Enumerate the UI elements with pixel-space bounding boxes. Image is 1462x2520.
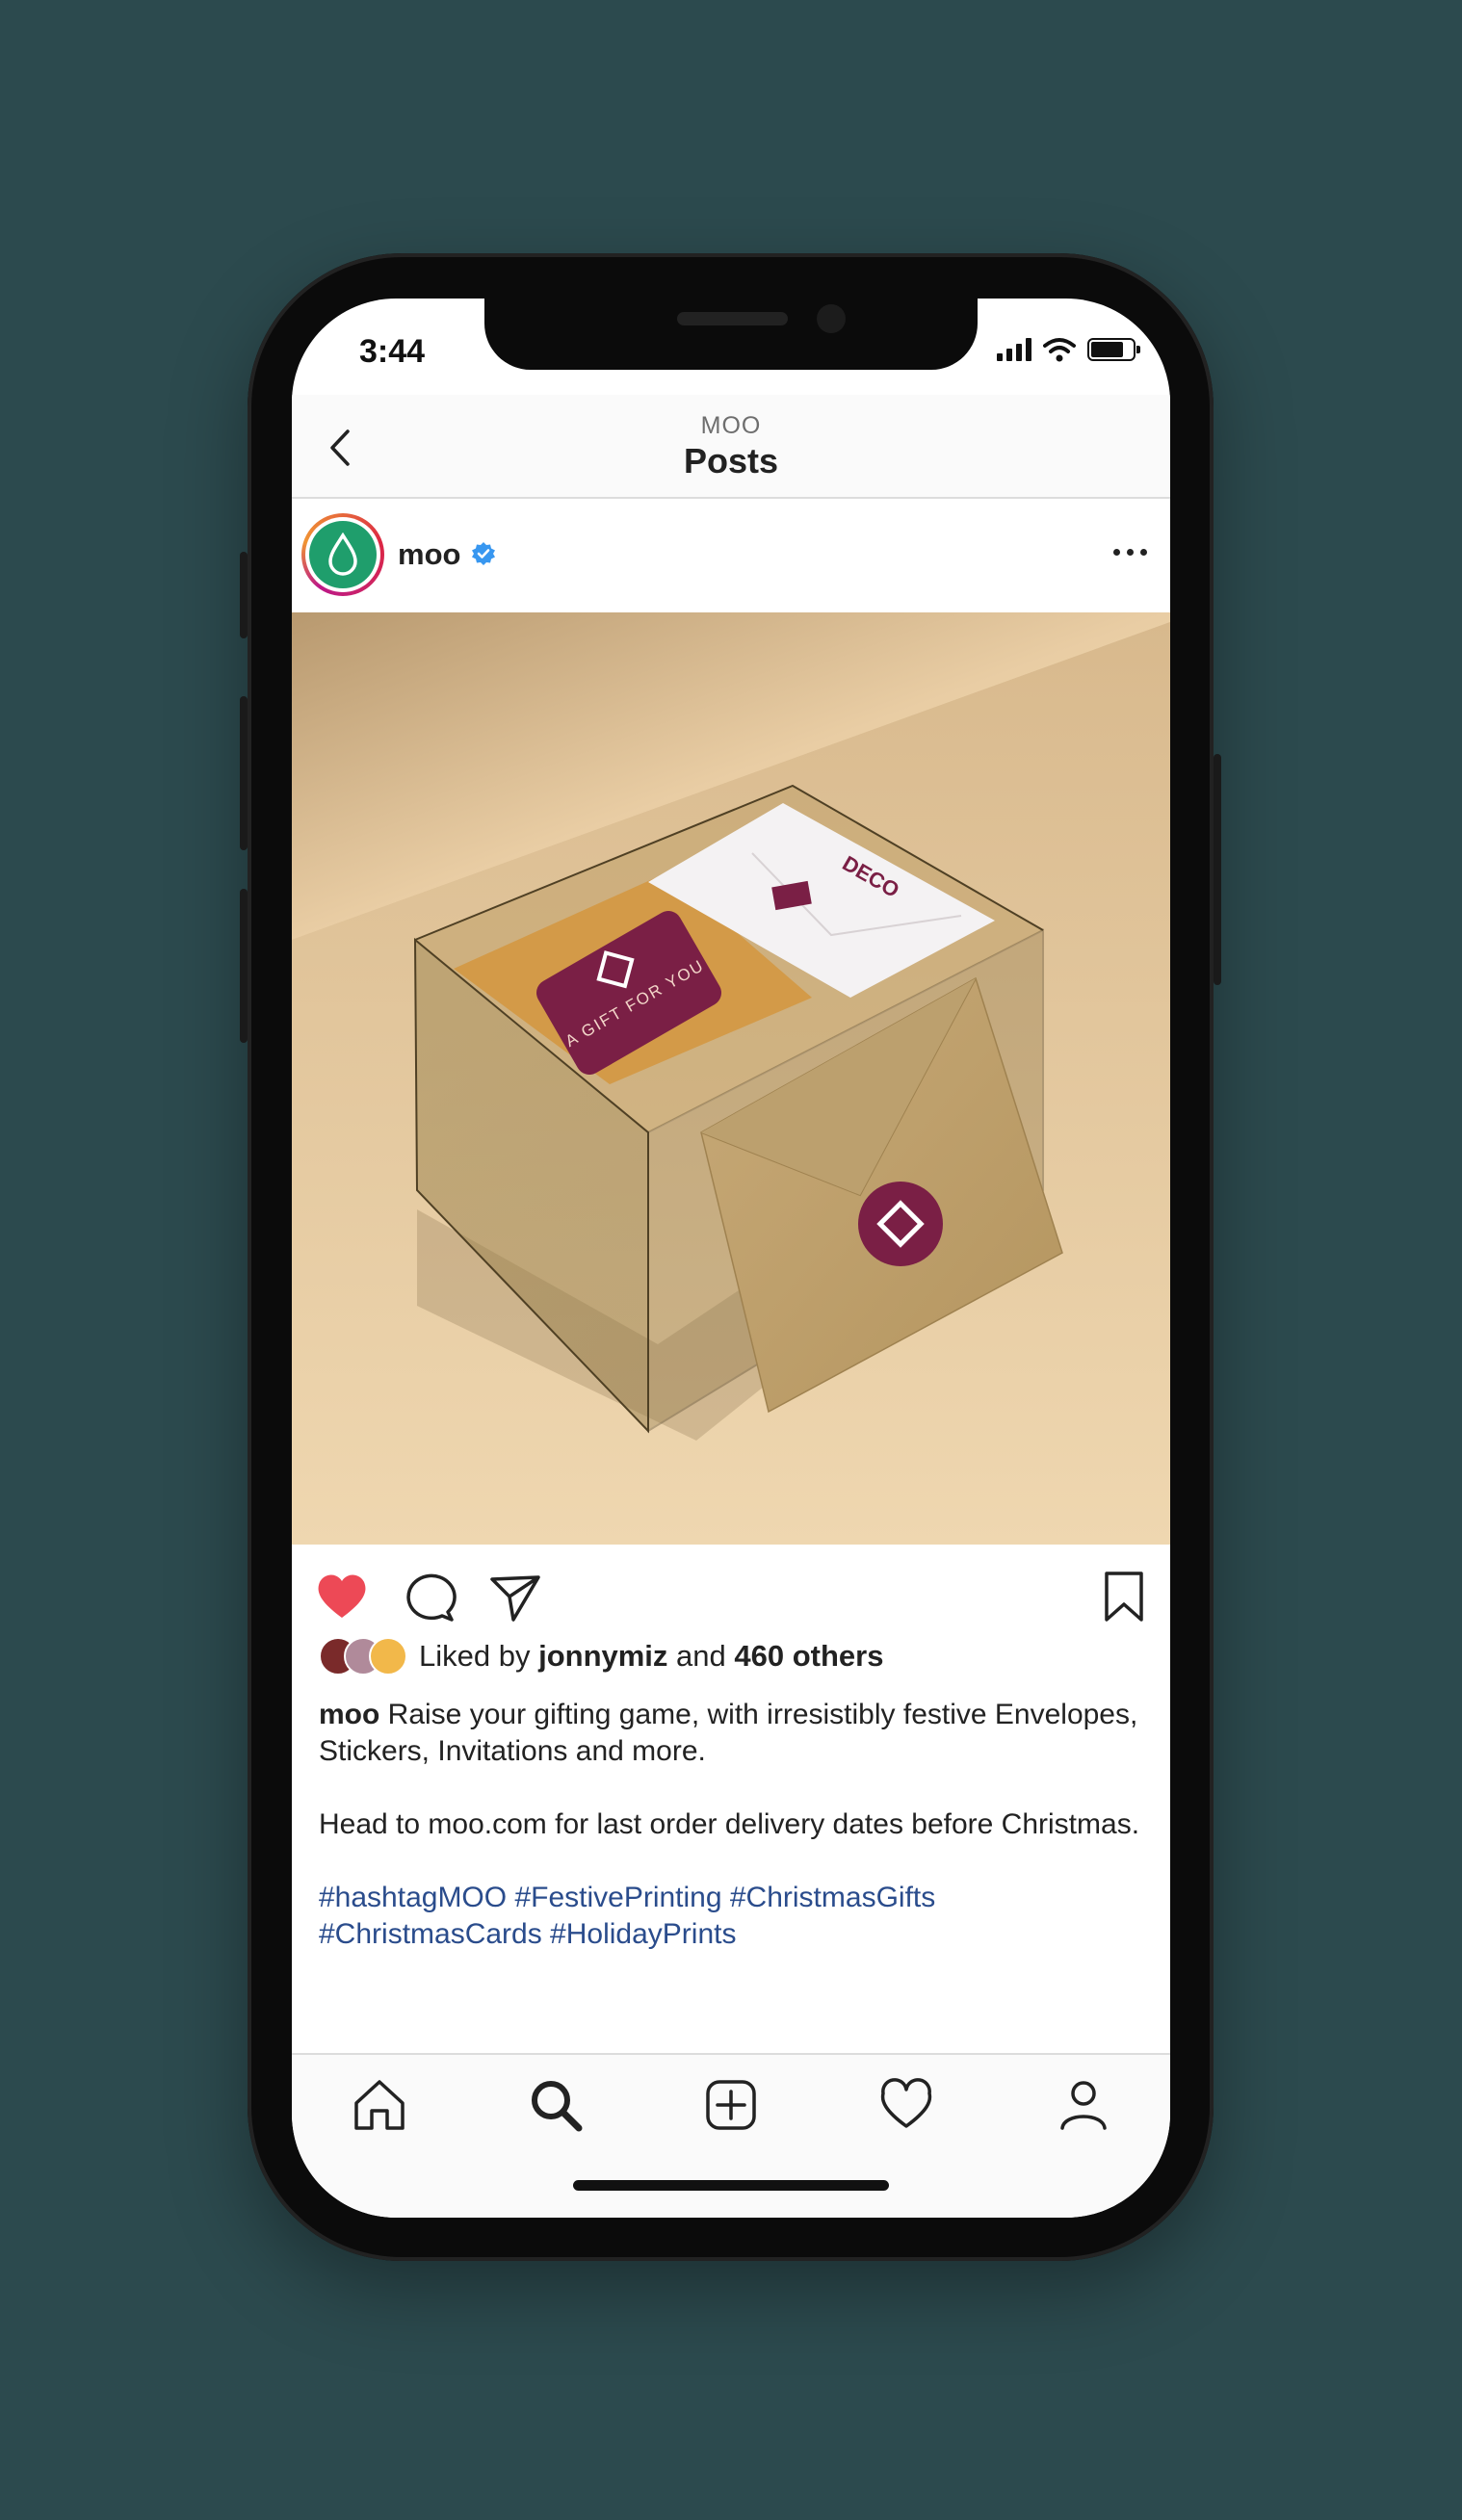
- volume-down-button: [240, 889, 248, 1043]
- post-image[interactable]: A GIFT FOR YOU DECO: [292, 612, 1170, 1545]
- caption-text-2: Head to moo.com for last order delivery …: [319, 1808, 1140, 1840]
- moo-logo-icon: [328, 533, 357, 576]
- wifi-icon: [1043, 338, 1076, 362]
- activity-icon[interactable]: [875, 2074, 937, 2136]
- header-bar: MOO Posts: [292, 395, 1170, 499]
- mute-switch: [240, 552, 248, 638]
- battery-icon: [1087, 338, 1140, 361]
- verified-icon: [472, 542, 495, 565]
- signal-icon: [997, 338, 1031, 361]
- power-button: [1214, 754, 1221, 985]
- heart-icon[interactable]: [313, 1568, 371, 1625]
- header-subtitle: MOO: [700, 412, 762, 439]
- comment-icon[interactable]: [400, 1568, 457, 1625]
- home-icon[interactable]: [349, 2074, 410, 2136]
- caption-username[interactable]: moo: [319, 1699, 379, 1730]
- liked-by-user[interactable]: jonnymiz: [538, 1639, 667, 1673]
- hashtags[interactable]: #hashtagMOO #FestivePrinting #ChristmasG…: [319, 1880, 1147, 1953]
- caption-text: Raise your gifting game, with irresistib…: [319, 1699, 1138, 1767]
- post-actions: [292, 1550, 1170, 1637]
- likes-row[interactable]: Liked by jonnymiz and 460 others: [319, 1633, 883, 1679]
- page-title: Posts: [683, 441, 779, 481]
- liker-avatar: [369, 1637, 407, 1676]
- bottom-nav: [292, 2053, 1170, 2218]
- add-icon[interactable]: [700, 2074, 762, 2136]
- search-icon[interactable]: [525, 2074, 587, 2136]
- liked-by-others[interactable]: 460 others: [734, 1639, 883, 1673]
- speaker: [677, 312, 788, 325]
- share-icon[interactable]: [486, 1568, 544, 1625]
- post-caption: moo Raise your gifting game, with irresi…: [319, 1697, 1147, 1989]
- bookmark-icon[interactable]: [1095, 1568, 1153, 1625]
- notch: [484, 299, 978, 370]
- likes-text: Liked by jonnymiz and 460 others: [419, 1639, 884, 1673]
- front-camera: [817, 304, 846, 333]
- status-icons: [997, 337, 1140, 362]
- phone-screen: 3:44 MOO Posts moo A GIFT FOR YOU DECO L…: [292, 299, 1170, 2218]
- product-photo: A GIFT FOR YOU DECO: [292, 612, 1170, 1545]
- home-indicator[interactable]: [573, 2180, 889, 2191]
- more-icon[interactable]: [1113, 549, 1147, 556]
- profile-icon[interactable]: [1053, 2074, 1114, 2136]
- status-time: 3:44: [359, 333, 426, 370]
- avatar[interactable]: [301, 513, 384, 596]
- volume-up-button: [240, 696, 248, 850]
- post-username[interactable]: moo: [398, 537, 460, 572]
- post-header: moo: [292, 501, 1170, 612]
